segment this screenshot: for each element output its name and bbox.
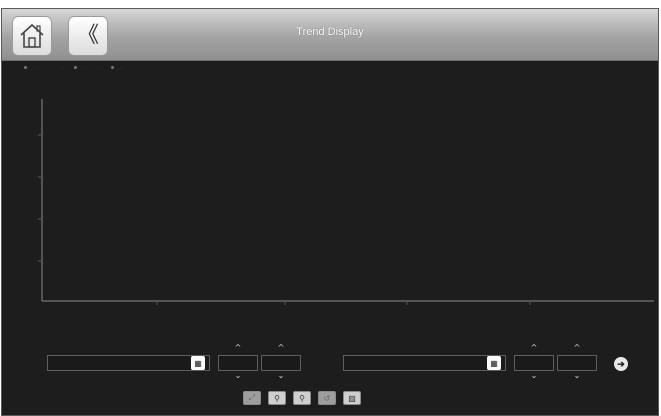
zoom-reset-icon: ↺ <box>323 393 331 403</box>
go-button[interactable]: ➔ <box>614 357 628 371</box>
zoom-fit-icon: ⤢ <box>248 393 256 402</box>
end-hour-input[interactable] <box>514 355 554 371</box>
arrow-right-icon: ➔ <box>617 358 625 369</box>
export-image-button[interactable]: ▨ <box>343 391 361 405</box>
page-title: Trend Display <box>296 26 364 38</box>
export-image-icon: ▨ <box>348 393 356 403</box>
start-calendar-button[interactable]: ▦ <box>191 356 205 370</box>
header-bar: 《 Trend Display <box>2 9 658 61</box>
calendar-icon: ▦ <box>490 358 498 368</box>
start-date-input[interactable] <box>47 355 210 371</box>
zoom-in-button[interactable]: ⚲ <box>268 391 286 405</box>
start-minute-up-arrow[interactable]: ^ <box>261 344 301 352</box>
zoom-out-button[interactable]: ⚲ <box>293 391 311 405</box>
zoom-out-icon: ⚲ <box>299 393 305 403</box>
y-tick-marks <box>38 134 42 262</box>
end-date-input[interactable] <box>343 355 506 371</box>
end-hour-up-arrow[interactable]: ^ <box>514 344 554 352</box>
end-minute-up-arrow[interactable]: ^ <box>557 344 597 352</box>
zoom-in-icon: ⚲ <box>274 393 280 403</box>
start-minute-down-arrow[interactable]: ⌄ <box>261 372 301 380</box>
zoom-reset-button[interactable]: ↺ <box>318 391 336 405</box>
zoom-fit-button[interactable]: ⤢ <box>243 391 261 405</box>
end-minute-down-arrow[interactable]: ⌄ <box>557 372 597 380</box>
start-hour-input[interactable] <box>218 355 258 371</box>
calendar-icon: ▦ <box>194 358 202 368</box>
start-hour-up-arrow[interactable]: ^ <box>218 344 258 352</box>
start-minute-input[interactable] <box>261 355 301 371</box>
trend-chart[interactable] <box>2 69 658 339</box>
trend-display-window: 《 Trend Display · · · · · · · · · · · · … <box>1 8 659 416</box>
end-calendar-button[interactable]: ▦ <box>487 356 501 370</box>
end-minute-input[interactable] <box>557 355 597 371</box>
start-hour-down-arrow[interactable]: ⌄ <box>218 372 258 380</box>
end-hour-down-arrow[interactable]: ⌄ <box>514 372 554 380</box>
x-tick-marks <box>156 301 531 305</box>
